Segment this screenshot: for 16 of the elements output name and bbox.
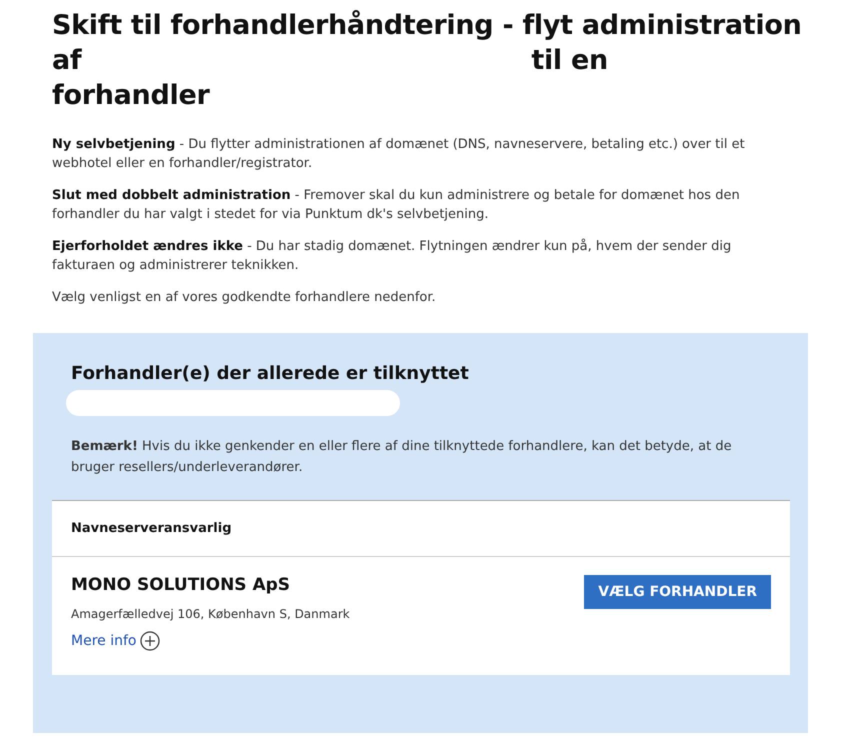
- page-title: forhandler: [52, 79, 210, 113]
- note-text: Bemærk! Hvis du ikke genkender en eller flere af dine tilknyttede forhandlere, kan det betyde, at de bruger resellers/underleverandører.: [71, 438, 733, 477]
- paragraph: Slut med dobbelt administration - Fremover skal du kun administrere og betale for domænet hos den forhandler du har valgt i stedet for via Punktum dk's selvbetjening.: [52, 187, 741, 224]
- more-info-link[interactable]: Mere info: [71, 633, 136, 649]
- panel-heading: Forhandler(e) der allerede er tilknyttet: [71, 363, 470, 384]
- page-title: af: [52, 44, 82, 78]
- page-title: Skift til forhandlerhåndtering - flyt administration: [52, 9, 802, 43]
- page-title: til en: [531, 44, 608, 78]
- role-label: Navneserveransvarlig: [52, 501, 790, 557]
- paragraph: Vælg venligst en af vores godkendte forhandlere nedenfor.: [52, 289, 437, 307]
- dealer-name: MONO SOLUTIONS ApS: [71, 575, 292, 595]
- paragraph: Ny selvbetjening - Du flytter administrationen af domænet (DNS, navneservere, betaling etc.) over til et webhotel eller en forhandler/registrator.: [52, 136, 746, 173]
- dealer-address: Amagerfælledvej 106, København S, Danmark: [71, 607, 350, 621]
- choose-dealer-button[interactable]: VÆLG FORHANDLER: [584, 575, 771, 609]
- plus-circle-icon[interactable]: [140, 631, 160, 651]
- paragraph: Ejerforholdet ændres ikke - Du har stadig domænet. Flytningen ændrer kun på, hvem der sender dig fakturaen og administrerer teknikken.: [52, 238, 732, 275]
